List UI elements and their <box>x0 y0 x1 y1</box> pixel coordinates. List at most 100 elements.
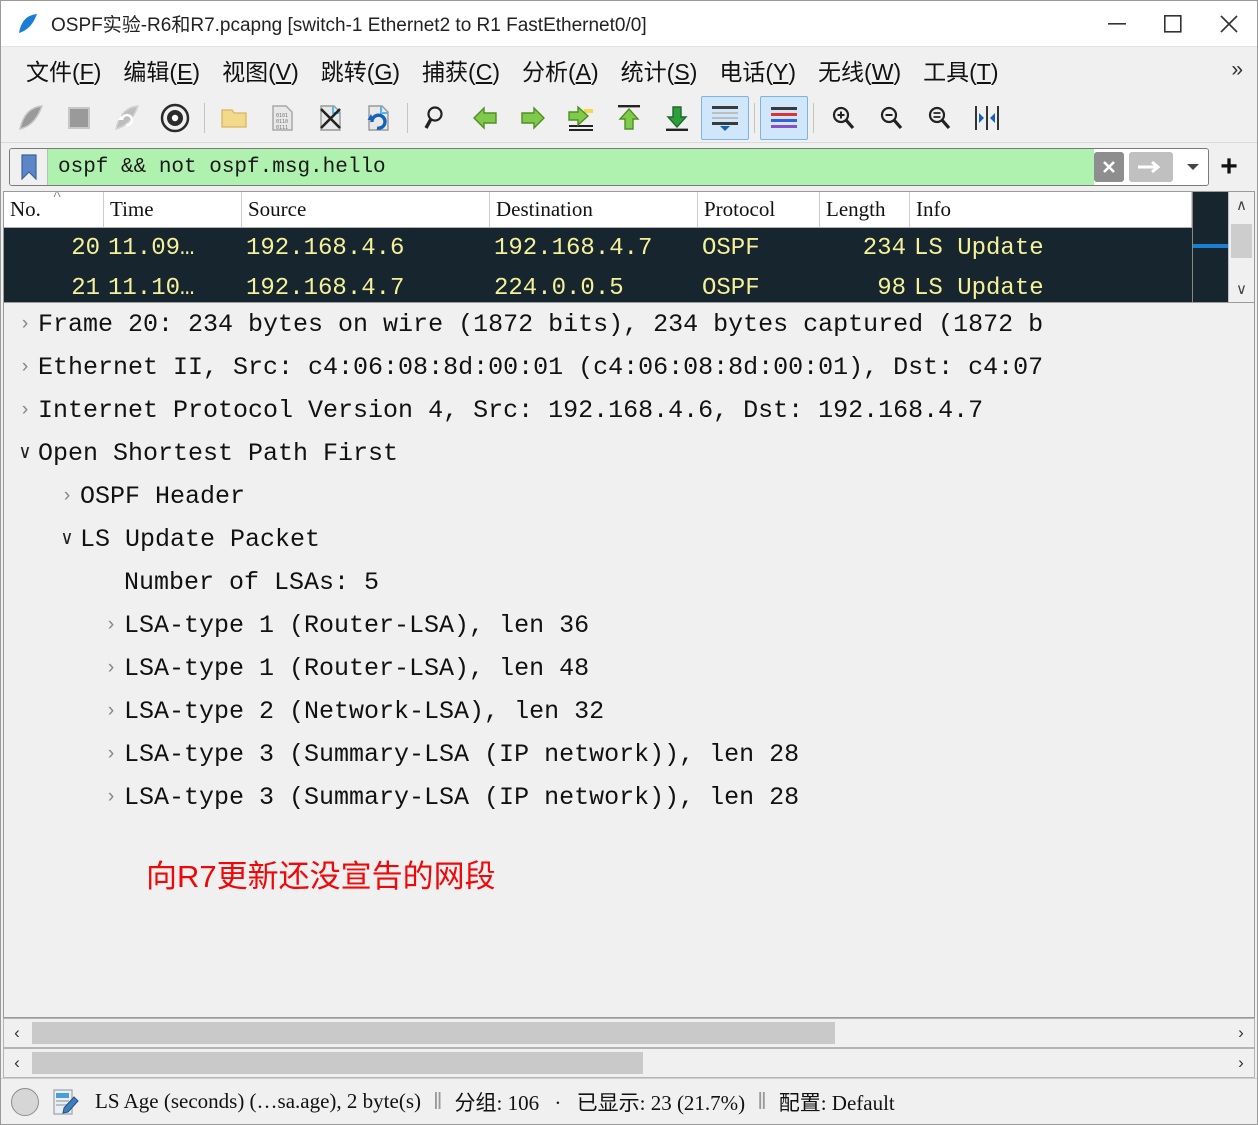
reload-file-icon[interactable] <box>354 96 402 140</box>
add-filter-button[interactable]: + <box>1209 150 1249 184</box>
chevron-down-icon[interactable]: ∨ <box>54 530 80 549</box>
chevron-right-icon[interactable]: › <box>98 745 124 764</box>
column-header-info[interactable]: Info <box>910 192 1192 227</box>
tree-item-lsa-5[interactable]: › LSA-type 3 (Summary-LSA (IP network)),… <box>4 776 1254 819</box>
capture-options-icon[interactable] <box>151 96 199 140</box>
scroll-track[interactable] <box>1229 218 1254 276</box>
detail-horizontal-scrollbar[interactable]: ‹ › <box>3 1018 1255 1048</box>
menu-item-analyze[interactable]: 分析(A) <box>511 49 610 91</box>
column-header-length[interactable]: Length <box>820 192 910 227</box>
title-bar-left: OSPF实验-R6和R7.pcapng [switch-1 Ethernet2 … <box>1 10 1089 37</box>
minimize-button[interactable] <box>1089 1 1145 46</box>
go-to-packet-icon[interactable] <box>557 96 605 140</box>
menu-item-wireless[interactable]: 无线(W) <box>807 49 912 91</box>
scroll-up-icon[interactable]: ∧ <box>1229 192 1254 218</box>
auto-scroll-icon[interactable] <box>701 95 749 140</box>
zoom-out-icon[interactable] <box>867 96 915 140</box>
chevron-right-icon[interactable]: › <box>98 659 124 678</box>
clear-filter-button[interactable] <box>1094 152 1124 182</box>
tree-item-label: LSA-type 3 (Summary-LSA (IP network)), l… <box>124 740 800 769</box>
window-controls <box>1089 1 1257 46</box>
column-header-no[interactable]: ^ No. <box>4 192 104 227</box>
chevron-right-icon[interactable]: › <box>98 616 124 635</box>
menu-item-view[interactable]: 视图(V) <box>211 49 310 91</box>
chevron-right-icon[interactable]: › <box>12 315 38 334</box>
zoom-in-icon[interactable] <box>819 96 867 140</box>
capture-comment-icon[interactable] <box>51 1088 79 1116</box>
scroll-left-icon[interactable]: ‹ <box>4 1023 30 1043</box>
close-file-icon[interactable] <box>306 96 354 140</box>
tree-item-lsa-4[interactable]: › LSA-type 3 (Summary-LSA (IP network)),… <box>4 733 1254 776</box>
expert-info-icon[interactable] <box>11 1087 39 1116</box>
menu-item-capture[interactable]: 捕获(C) <box>411 49 511 91</box>
intelligent-scrollbar-minimap[interactable] <box>1192 192 1228 302</box>
maximize-button[interactable] <box>1145 1 1201 46</box>
menu-item-statistics[interactable]: 统计(S) <box>610 49 709 91</box>
tree-item-lsa-1[interactable]: › LSA-type 1 (Router-LSA), len 36 <box>4 604 1254 647</box>
scroll-thumb[interactable] <box>1231 224 1252 258</box>
scroll-thumb[interactable] <box>32 1022 835 1044</box>
tree-item-frame[interactable]: › Frame 20: 234 bytes on wire (1872 bits… <box>4 303 1254 346</box>
menu-bar: 文件(F) 编辑(E) 视图(V) 跳转(G) 捕获(C) 分析(A) 统计(S… <box>1 47 1257 93</box>
tree-item-number-of-lsas[interactable]: Number of LSAs: 5 <box>4 561 1254 604</box>
stop-capture-icon[interactable] <box>55 96 103 140</box>
packet-list-vertical-scrollbar[interactable]: ∧ ∨ <box>1228 192 1254 302</box>
tree-item-lsa-3[interactable]: › LSA-type 2 (Network-LSA), len 32 <box>4 690 1254 733</box>
menu-item-go[interactable]: 跳转(G) <box>310 49 411 91</box>
table-row[interactable]: 20 11.09… 192.168.4.6 192.168.4.7 OSPF 2… <box>4 228 1192 268</box>
scroll-right-icon[interactable]: › <box>1228 1053 1254 1073</box>
close-button[interactable] <box>1201 1 1257 46</box>
column-header-destination[interactable]: Destination <box>490 192 698 227</box>
table-row[interactable]: 21 11.10… 192.168.4.7 224.0.0.5 OSPF 98 … <box>4 268 1192 302</box>
tree-item-ls-update-packet[interactable]: ∨ LS Update Packet <box>4 518 1254 561</box>
colorize-packets-icon[interactable] <box>760 95 808 140</box>
tree-item-label: LS Update Packet <box>80 525 321 554</box>
tree-item-ospf-header[interactable]: › OSPF Header <box>4 475 1254 518</box>
apply-filter-button[interactable] <box>1129 152 1173 182</box>
packet-list-pane: ^ No. Time Source Destination Protocol L… <box>3 191 1255 303</box>
menu-item-telephony[interactable]: 电话(Y) <box>708 49 807 91</box>
menu-item-file[interactable]: 文件(F) <box>15 49 112 91</box>
scroll-thumb[interactable] <box>32 1052 643 1074</box>
start-capture-icon[interactable] <box>7 96 55 140</box>
chevron-right-icon[interactable]: › <box>12 358 38 377</box>
find-packet-icon[interactable] <box>413 96 461 140</box>
chevron-down-icon[interactable]: ∨ <box>12 444 38 463</box>
filter-dropdown-button[interactable] <box>1178 149 1208 185</box>
tree-item-ospf[interactable]: ∨ Open Shortest Path First <box>4 432 1254 475</box>
scroll-down-icon[interactable]: ∨ <box>1229 276 1254 302</box>
go-to-last-icon[interactable] <box>653 96 701 140</box>
scroll-track[interactable] <box>30 1019 1228 1047</box>
tree-item-ipv4[interactable]: › Internet Protocol Version 4, Src: 192.… <box>4 389 1254 432</box>
restart-capture-icon[interactable] <box>103 96 151 140</box>
tree-item-lsa-2[interactable]: › LSA-type 1 (Router-LSA), len 48 <box>4 647 1254 690</box>
menu-item-tools[interactable]: 工具(T) <box>912 49 1009 91</box>
menu-item-edit[interactable]: 编辑(E) <box>112 49 211 91</box>
column-header-time[interactable]: Time <box>104 192 242 227</box>
column-header-source[interactable]: Source <box>242 192 490 227</box>
scroll-track[interactable] <box>30 1049 1228 1077</box>
bytes-horizontal-scrollbar[interactable]: ‹ › <box>3 1048 1255 1078</box>
save-file-icon[interactable]: 0101 0110 0111 <box>258 96 306 140</box>
zoom-reset-icon[interactable] <box>915 96 963 140</box>
profile-label[interactable]: 配置: Default <box>779 1087 895 1117</box>
bookmark-icon[interactable] <box>10 149 48 185</box>
scroll-left-icon[interactable]: ‹ <box>4 1053 30 1073</box>
menu-overflow-button[interactable]: » <box>1231 58 1243 82</box>
cell-no: 20 <box>71 234 100 262</box>
tree-item-ethernet[interactable]: › Ethernet II, Src: c4:06:08:8d:00:01 (c… <box>4 346 1254 389</box>
chevron-right-icon[interactable]: › <box>54 487 80 506</box>
chevron-right-icon[interactable]: › <box>98 702 124 721</box>
wireshark-fin-icon <box>17 13 41 35</box>
open-file-icon[interactable] <box>210 96 258 140</box>
go-back-icon[interactable] <box>461 96 509 140</box>
scroll-right-icon[interactable]: › <box>1228 1023 1254 1043</box>
resize-columns-icon[interactable] <box>963 96 1011 140</box>
chevron-right-icon[interactable]: › <box>12 401 38 420</box>
go-forward-icon[interactable] <box>509 96 557 140</box>
column-header-protocol[interactable]: Protocol <box>698 192 820 227</box>
sort-ascending-icon: ^ <box>53 192 61 204</box>
go-to-first-icon[interactable] <box>605 96 653 140</box>
chevron-right-icon[interactable]: › <box>98 788 124 807</box>
display-filter-input[interactable] <box>48 149 1094 185</box>
